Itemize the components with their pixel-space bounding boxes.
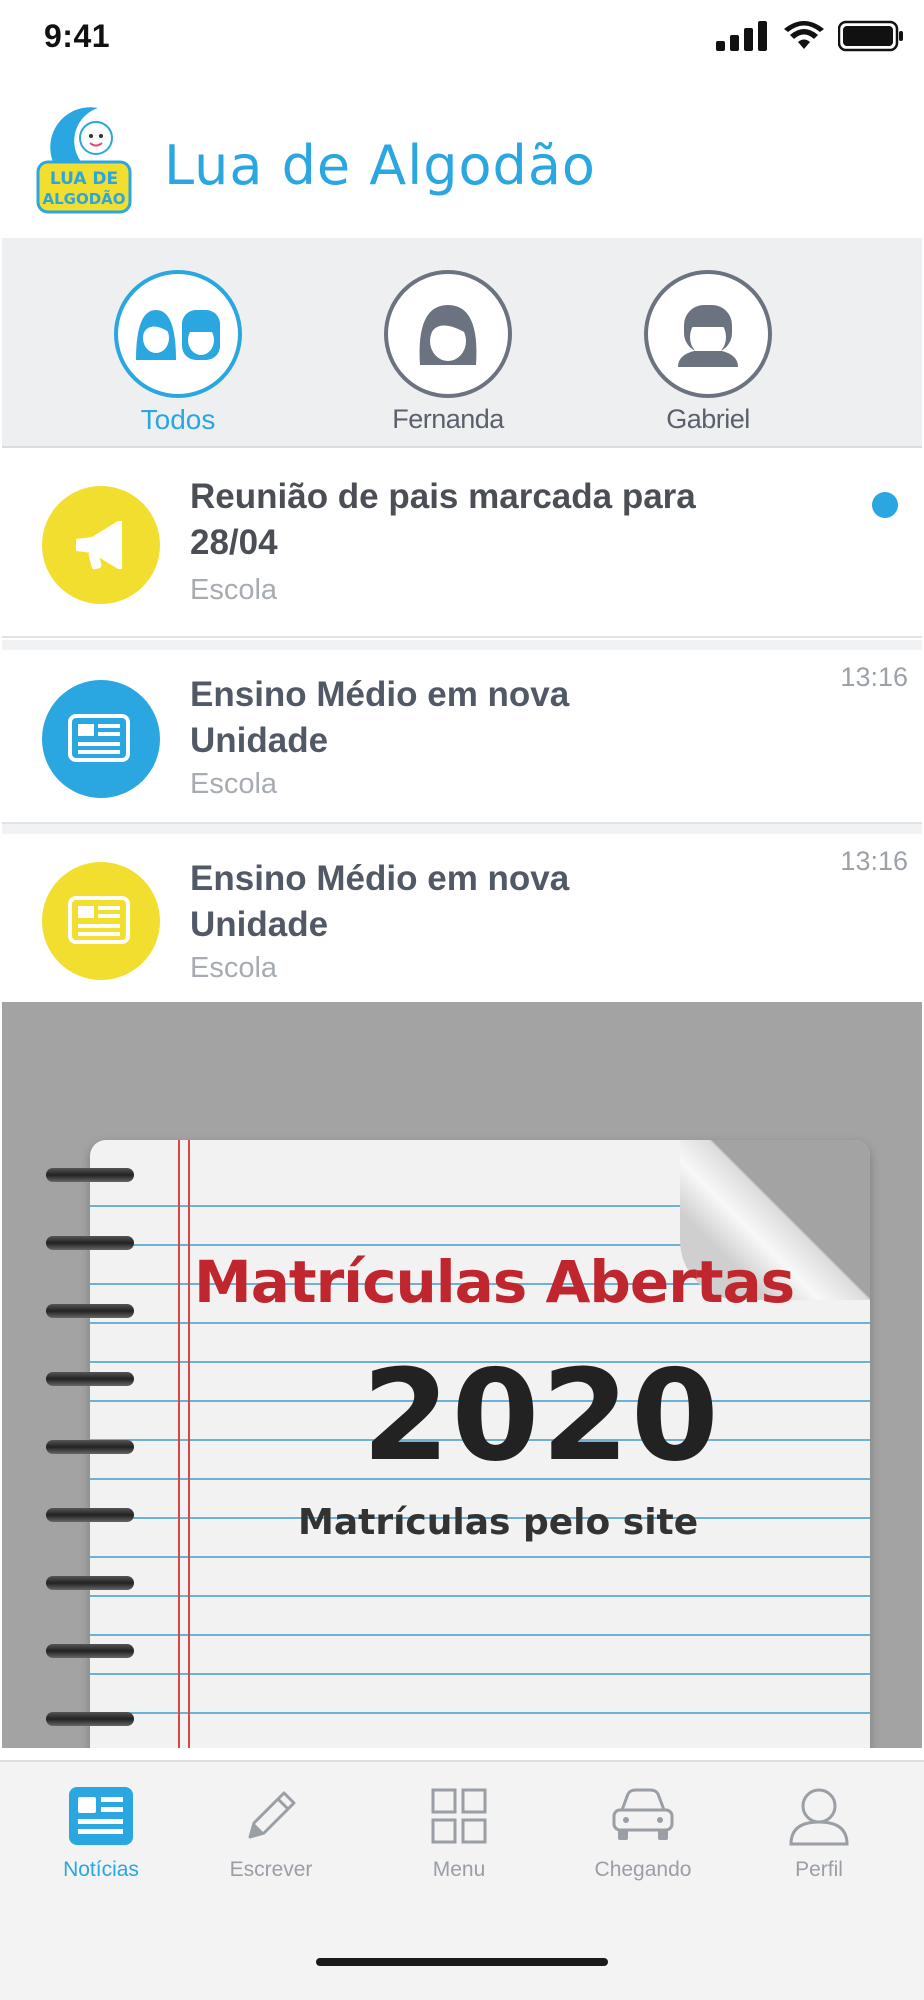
svg-text:LUA DE: LUA DE	[50, 169, 118, 189]
news-time: 13:16	[840, 662, 908, 692]
spiral-ring	[46, 1236, 134, 1250]
tab-icon	[26, 1782, 176, 1850]
news-icon	[69, 1787, 133, 1845]
tab-menu[interactable]: Menu	[384, 1782, 534, 1882]
filter-label: Todos	[140, 404, 216, 435]
news-source: Escola	[190, 952, 278, 984]
car-icon	[612, 1788, 674, 1840]
filter-label: Fernanda	[392, 404, 504, 434]
spiral-ring	[46, 1508, 134, 1522]
tab-icon	[384, 1782, 534, 1850]
tab-noticias[interactable]: Notícias	[26, 1782, 176, 1882]
tab-label: Chegando	[594, 1858, 692, 1881]
spiral-ring	[46, 1304, 134, 1318]
tab-label: Menu	[432, 1858, 486, 1881]
banner-year: 2020	[362, 1342, 721, 1489]
newspaper-icon	[68, 714, 130, 762]
news-item[interactable]: Reunião de pais marcada para 28/04 Escol…	[2, 450, 922, 638]
home-indicator[interactable]	[316, 1958, 608, 1966]
tab-icon	[196, 1782, 346, 1850]
news-title: Reunião de pais marcada para 28/04	[190, 477, 696, 562]
girl-face-icon	[419, 305, 477, 365]
cellular-signal-icon	[716, 21, 767, 51]
list-separator	[2, 640, 922, 650]
news-title: Ensino Médio em nova Unidade	[190, 859, 570, 944]
status-time: 9:41	[44, 18, 111, 54]
filter-todos[interactable]: Todos	[108, 270, 248, 436]
spiral-ring	[46, 1440, 134, 1454]
paper-margin-line	[178, 1140, 190, 1748]
wifi-icon	[784, 21, 824, 49]
news-icon	[42, 680, 160, 798]
spiral-ring	[46, 1168, 134, 1182]
spiral-ring	[46, 1712, 134, 1726]
tab-icon	[568, 1782, 718, 1850]
news-title: Ensino Médio em nova Unidade	[190, 675, 570, 760]
news-source: Escola	[190, 574, 278, 606]
grid-icon	[431, 1788, 487, 1844]
filter-label: Gabriel	[666, 404, 750, 434]
spiral-ring	[46, 1644, 134, 1658]
pencil-icon	[248, 1791, 296, 1839]
school-logo: LUA DE ALGODÃO	[36, 107, 132, 214]
app-title: Lua de Algodão	[164, 134, 596, 197]
news-item[interactable]: Ensino Médio em nova Unidade Escola 13:1…	[2, 650, 922, 824]
tab-label: Escrever	[229, 1858, 313, 1881]
news-icon	[42, 862, 160, 980]
filter-fernanda[interactable]: Fernanda	[378, 270, 518, 435]
app-header: LUA DE ALGODÃO Lua de Algodão	[0, 76, 924, 238]
tab-label: Notícias	[63, 1858, 139, 1881]
news-source: Escola	[190, 768, 278, 800]
news-icon	[42, 486, 160, 604]
unread-indicator	[872, 492, 898, 518]
tab-chegando[interactable]: Chegando	[568, 1782, 718, 1882]
spiral-ring	[46, 1576, 134, 1590]
news-time: 13:16	[840, 846, 908, 876]
tab-perfil[interactable]: Perfil	[744, 1782, 894, 1882]
banner-subtitle: Matrículas pelo site	[298, 1502, 699, 1543]
status-icons	[716, 20, 904, 52]
group-faces-icon	[136, 310, 220, 360]
status-bar: 9:41	[0, 0, 924, 76]
svg-text:ALGODÃO: ALGODÃO	[42, 189, 125, 208]
tab-escrever[interactable]: Escrever	[196, 1782, 346, 1882]
megaphone-icon	[76, 521, 122, 570]
tab-label: Perfil	[795, 1858, 843, 1881]
person-icon	[789, 1788, 849, 1846]
enrollment-banner[interactable]: Matrículas Abertas 2020 Matrículas pelo …	[2, 1002, 922, 1748]
tab-icon	[744, 1782, 894, 1850]
boy-face-icon	[678, 305, 738, 367]
filter-gabriel[interactable]: Gabriel	[638, 270, 778, 435]
news-item[interactable]: Ensino Médio em nova Unidade Escola 13:1…	[2, 834, 922, 1002]
battery-icon	[838, 20, 903, 52]
child-filter-bar: Todos Fernanda Gabriel	[2, 238, 922, 448]
newspaper-icon	[68, 896, 130, 944]
list-separator	[2, 824, 922, 834]
filter-avatar	[114, 270, 242, 398]
filter-avatar	[644, 270, 772, 398]
banner-headline: Matrículas Abertas	[194, 1248, 795, 1316]
filter-avatar	[384, 270, 512, 398]
spiral-ring	[46, 1372, 134, 1386]
